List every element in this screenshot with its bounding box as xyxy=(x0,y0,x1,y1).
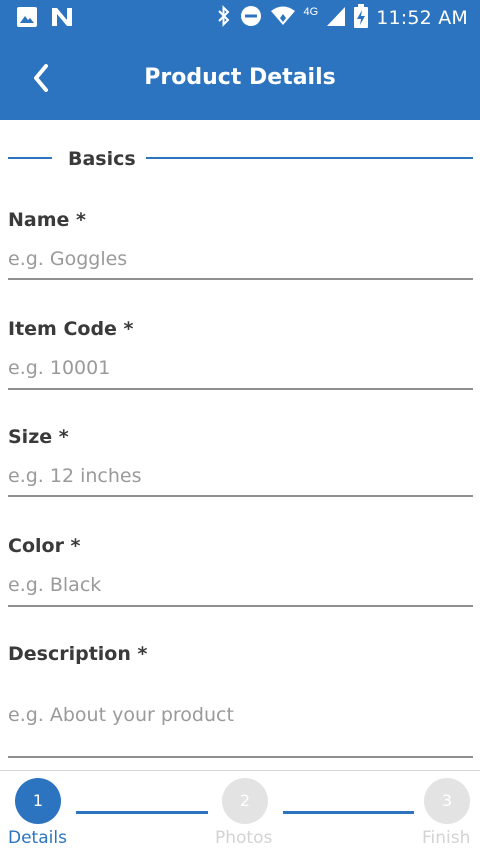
description-label: Description * xyxy=(8,643,148,665)
description-field: Description * xyxy=(8,641,473,761)
signal-icon xyxy=(326,5,346,32)
description-underline xyxy=(8,756,473,758)
name-label: Name * xyxy=(8,209,86,231)
step-1-label: Details xyxy=(8,828,67,848)
name-underline xyxy=(8,278,473,280)
step-indicator: 1 Details 2 Photos 3 Finish xyxy=(0,770,480,854)
page-title: Product Details xyxy=(144,65,336,90)
size-label: Size * xyxy=(8,426,69,448)
wifi-icon xyxy=(270,5,296,32)
name-field: Name * xyxy=(8,207,473,283)
step-2-label: Photos xyxy=(215,828,273,848)
item-code-underline xyxy=(8,388,473,390)
item-code-field: Item Code * xyxy=(8,316,473,392)
size-input[interactable] xyxy=(8,462,473,490)
section-label: Basics xyxy=(68,148,136,170)
step-3-label: Finish xyxy=(422,828,471,848)
status-time: 11:52 AM xyxy=(376,7,468,29)
status-bar: 4G 11:52 AM xyxy=(0,0,480,36)
step-connector-1 xyxy=(76,811,208,814)
step-connector-2 xyxy=(283,811,414,814)
size-underline xyxy=(8,495,473,497)
description-input[interactable] xyxy=(8,701,473,729)
bluetooth-icon xyxy=(216,4,232,32)
section-basics: Basics xyxy=(8,146,473,174)
n-app-icon xyxy=(50,6,74,33)
step-1-circle[interactable]: 1 xyxy=(15,778,61,824)
color-underline xyxy=(8,605,473,607)
size-field: Size * xyxy=(8,424,473,500)
name-input[interactable] xyxy=(8,245,473,273)
status-bar-left xyxy=(16,6,74,33)
step-2-circle[interactable]: 2 xyxy=(222,778,268,824)
image-icon xyxy=(16,6,38,33)
step-3-circle[interactable]: 3 xyxy=(424,778,470,824)
app-bar: Product Details xyxy=(0,36,480,120)
color-label: Color * xyxy=(8,535,81,557)
color-field: Color * xyxy=(8,533,473,609)
section-divider-left xyxy=(8,157,52,159)
color-input[interactable] xyxy=(8,571,473,599)
item-code-label: Item Code * xyxy=(8,318,134,340)
battery-charging-icon xyxy=(354,3,369,33)
status-bar-right: 4G 11:52 AM xyxy=(216,3,468,33)
do-not-disturb-icon xyxy=(240,5,262,32)
item-code-input[interactable] xyxy=(8,354,473,382)
network-type: 4G xyxy=(303,6,319,18)
section-divider-right xyxy=(146,157,473,159)
